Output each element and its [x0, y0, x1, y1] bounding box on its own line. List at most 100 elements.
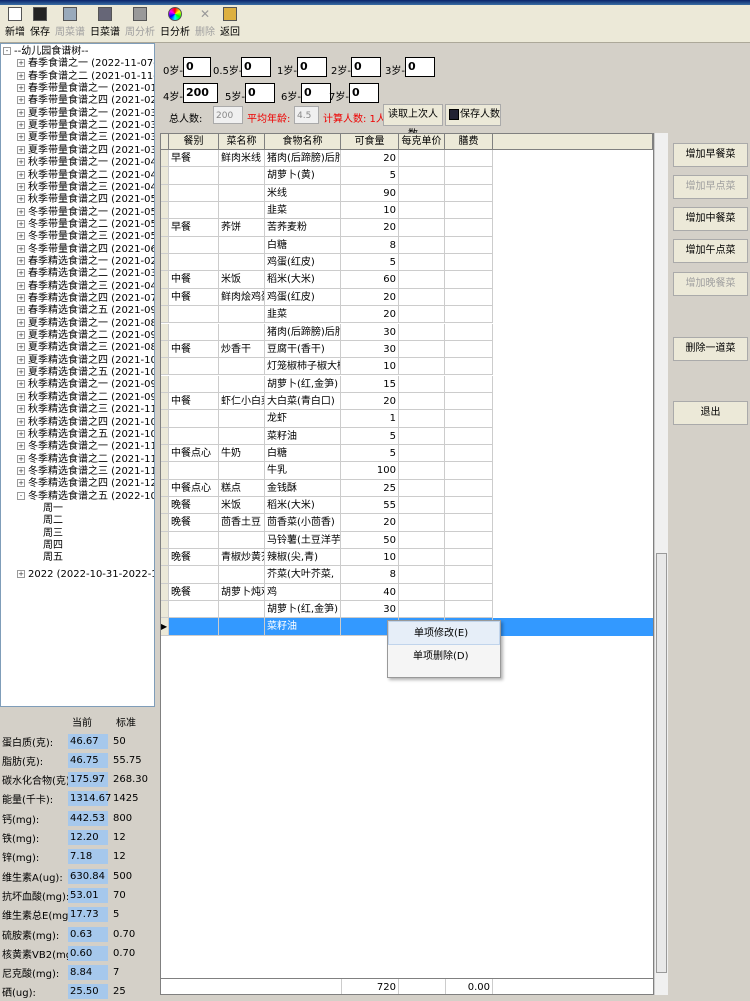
- tree-item[interactable]: +春季食谱之一 (2022-11-07-202: [17, 58, 154, 70]
- grid-cell[interactable]: 30: [341, 601, 399, 619]
- grid-cell[interactable]: 早餐: [169, 219, 219, 237]
- row-indicator[interactable]: [161, 150, 169, 168]
- row-indicator[interactable]: [161, 531, 169, 549]
- grid-cell[interactable]: [399, 219, 445, 237]
- tree-item[interactable]: +秋季带量食谱之三 (2021-04-19: [17, 182, 154, 194]
- grid-cell[interactable]: [445, 392, 493, 411]
- grid-cell[interactable]: 辣椒(尖,青): [265, 549, 341, 567]
- expand-icon[interactable]: +: [17, 368, 25, 377]
- row-indicator[interactable]: [161, 566, 169, 584]
- grid-cell[interactable]: [219, 323, 265, 341]
- grid-cell[interactable]: 晚餐: [169, 549, 219, 567]
- grid-cell[interactable]: [399, 288, 445, 307]
- row-indicator[interactable]: [161, 497, 169, 515]
- grid-cell[interactable]: [169, 601, 219, 619]
- grid-header[interactable]: [493, 134, 653, 150]
- grid-cell[interactable]: [493, 167, 653, 185]
- grid-header[interactable]: 菜名称: [219, 134, 265, 150]
- grid-cell[interactable]: [493, 150, 653, 168]
- grid-cell[interactable]: [169, 167, 219, 185]
- grid-cell[interactable]: [445, 323, 493, 341]
- tree-item[interactable]: +春季精选食谱之一 (2021-02-08: [17, 256, 154, 268]
- grid-cell[interactable]: 中餐: [169, 392, 219, 411]
- grid-cell[interactable]: [445, 497, 493, 515]
- grid-cell[interactable]: 50: [341, 531, 399, 549]
- recipe-tree[interactable]: ---幼儿园食谱树--+春季食谱之一 (2022-11-07-202+春季食谱之…: [0, 43, 155, 707]
- grid-cell[interactable]: [445, 358, 493, 376]
- tree-item[interactable]: +秋季带量食谱之四 (2021-05-03: [17, 194, 154, 206]
- grid-cell[interactable]: [169, 531, 219, 549]
- tree-root[interactable]: - --幼儿园食谱树--: [3, 46, 88, 58]
- row-indicator[interactable]: [161, 358, 169, 376]
- tree-child-5[interactable]: 周五: [43, 552, 63, 564]
- toolbar-button-3[interactable]: 日菜谱: [90, 5, 120, 38]
- grid-cell[interactable]: 40: [341, 583, 399, 602]
- grid-cell[interactable]: 晚餐: [169, 583, 219, 602]
- grid-cell[interactable]: [399, 271, 445, 289]
- grid-cell[interactable]: 10: [341, 358, 399, 376]
- expand-icon[interactable]: +: [17, 569, 25, 578]
- save-count-button[interactable]: 保存人数: [445, 104, 501, 126]
- tree-child-1[interactable]: 周一: [43, 503, 63, 515]
- tree-item-last[interactable]: +2022 (2022-10-31-2022-11-04): [17, 569, 154, 581]
- side-button-2[interactable]: 增加中餐菜: [673, 207, 748, 231]
- grid-cell[interactable]: [445, 150, 493, 168]
- grid-cell[interactable]: 20: [341, 219, 399, 237]
- grid-cell[interactable]: [493, 340, 653, 359]
- tree-item[interactable]: +秋季精选食谱之二 (2021-09-06: [17, 392, 154, 404]
- row-indicator[interactable]: [161, 254, 169, 272]
- grid-cell[interactable]: 晚餐: [169, 514, 219, 532]
- grid-cell[interactable]: [399, 462, 445, 480]
- row-indicator[interactable]: [161, 219, 169, 237]
- grid-cell[interactable]: 白糖: [265, 236, 341, 255]
- grid-cell[interactable]: [445, 549, 493, 567]
- grid-cell[interactable]: [219, 375, 265, 393]
- grid-cell[interactable]: [445, 601, 493, 619]
- grid-cell[interactable]: [219, 202, 265, 220]
- expand-icon[interactable]: +: [17, 294, 25, 302]
- grid-cell[interactable]: [493, 184, 653, 202]
- tree-item[interactable]: +春季精选食谱之三 (2021-04-26: [17, 281, 154, 293]
- toolbar-button-7[interactable]: 返回: [220, 5, 240, 38]
- grid-cell[interactable]: 灯笼椒柿子椒大椒: [265, 358, 341, 376]
- grid-cell[interactable]: 20: [341, 306, 399, 324]
- expand-icon[interactable]: +: [17, 405, 25, 414]
- expand-icon[interactable]: +: [17, 343, 25, 352]
- tree-child-2[interactable]: 周二: [43, 515, 63, 527]
- grid-cell[interactable]: [399, 427, 445, 445]
- grid-cell[interactable]: [493, 410, 653, 428]
- tree-item[interactable]: +春季精选食谱之二 (2021-03-29: [17, 268, 154, 280]
- grid-cell[interactable]: [399, 340, 445, 359]
- grid-cell[interactable]: [219, 236, 265, 255]
- grid-cell[interactable]: 30: [341, 340, 399, 359]
- expand-icon[interactable]: +: [17, 84, 25, 93]
- collapse-icon[interactable]: -: [3, 47, 11, 55]
- grid-cell[interactable]: [399, 323, 445, 341]
- grid-cell[interactable]: 8: [341, 566, 399, 584]
- tree-item[interactable]: +冬季带量食谱之三 (2021-05-24: [17, 231, 154, 243]
- tree-item[interactable]: +秋季带量食谱之二 (2021-04-12: [17, 170, 154, 182]
- grid-cell[interactable]: 中餐点心: [169, 444, 219, 463]
- row-indicator[interactable]: [161, 462, 169, 480]
- grid-cell[interactable]: [445, 236, 493, 255]
- tree-item[interactable]: +夏季带量食谱之二 (2021-03-08: [17, 120, 154, 132]
- grid-cell[interactable]: 龙虾: [265, 410, 341, 428]
- grid-cell[interactable]: 20: [341, 392, 399, 411]
- grid-cell[interactable]: 虾仁小白菜: [219, 392, 265, 411]
- age-input[interactable]: 0: [301, 83, 331, 103]
- grid-cell[interactable]: [493, 427, 653, 445]
- grid-cell[interactable]: [399, 531, 445, 549]
- grid-cell[interactable]: 20: [341, 150, 399, 168]
- grid-cell[interactable]: [399, 566, 445, 584]
- row-indicator[interactable]: [161, 184, 169, 202]
- tree-item[interactable]: +夏季精选食谱之一 (2021-08-02: [17, 318, 154, 330]
- grid-cell[interactable]: [399, 375, 445, 393]
- grid-cell[interactable]: [445, 202, 493, 220]
- tree-item[interactable]: +秋季精选食谱之三 (2021-11-08: [17, 404, 154, 416]
- grid-cell[interactable]: [493, 254, 653, 272]
- tree-item[interactable]: +秋季精选食谱之四 (2021-10-18: [17, 417, 154, 429]
- row-indicator[interactable]: [161, 202, 169, 220]
- tree-item[interactable]: +春季精选食谱之五 (2021-09-06: [17, 305, 154, 317]
- tree-item[interactable]: +秋季精选食谱之一 (2021-09-13: [17, 379, 154, 391]
- grid-cell[interactable]: [399, 358, 445, 376]
